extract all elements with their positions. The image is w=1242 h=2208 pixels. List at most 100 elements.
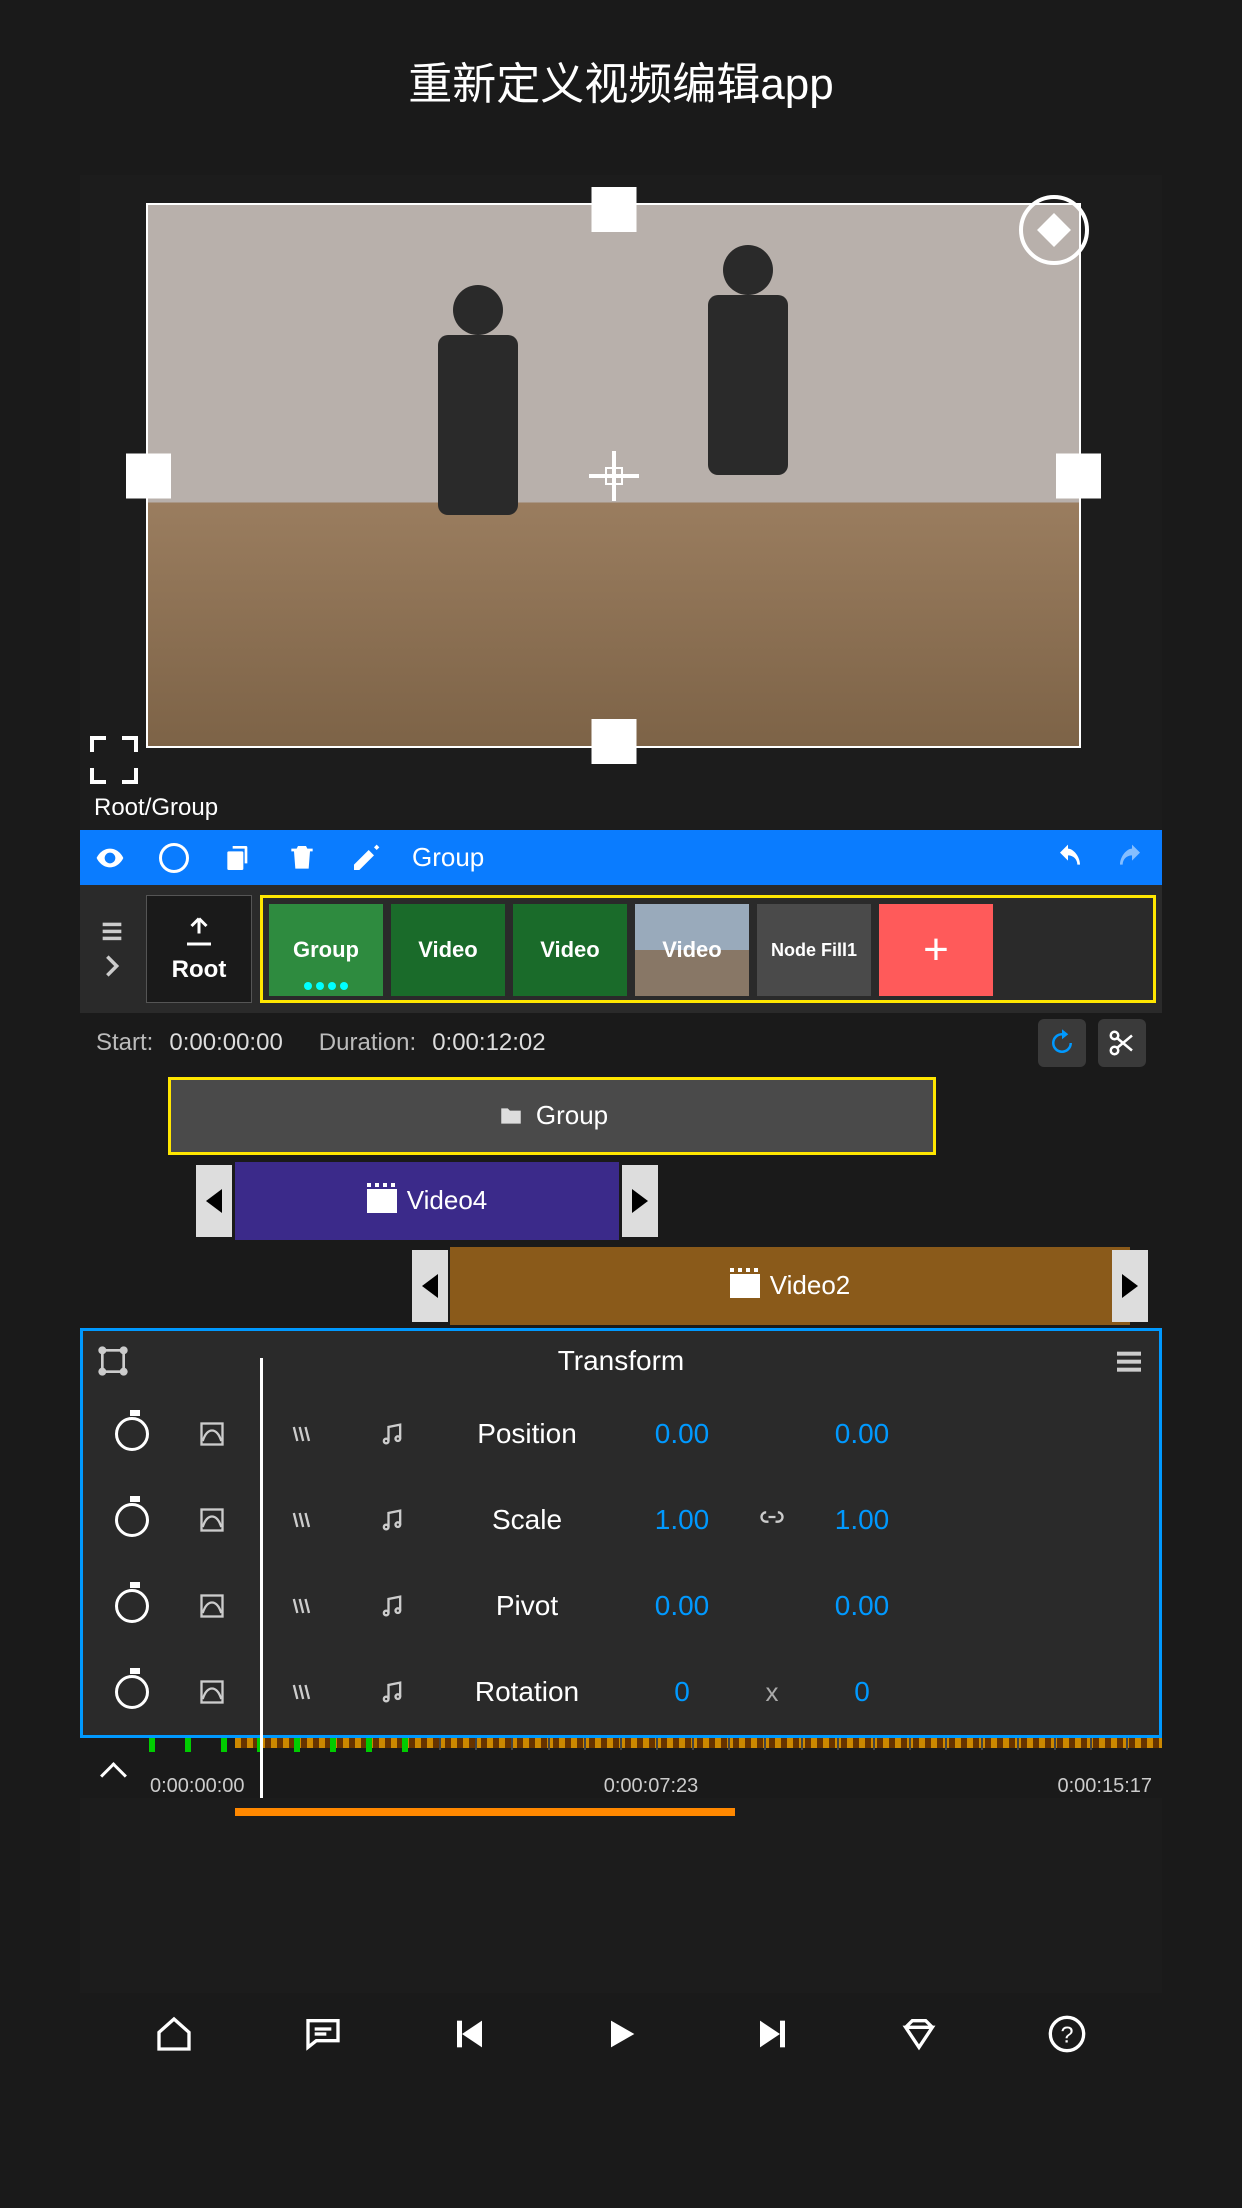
- transform-row-scale: Scale1.001.00: [83, 1477, 1159, 1563]
- prev-frame-icon[interactable]: [450, 2012, 494, 2056]
- help-icon[interactable]: ?: [1045, 2012, 1089, 2056]
- track-block-group[interactable]: Group: [168, 1077, 936, 1155]
- track-handle-right-2[interactable]: [1112, 1250, 1148, 1322]
- undo-icon[interactable]: [1050, 840, 1086, 876]
- track-handle-left[interactable]: [196, 1165, 232, 1237]
- svg-text:?: ?: [1061, 2021, 1074, 2047]
- wiggle-icon[interactable]: [288, 1678, 316, 1706]
- scissors-icon[interactable]: [1098, 1019, 1146, 1067]
- transform-value-a[interactable]: 0.00: [617, 1590, 747, 1622]
- add-clip-button[interactable]: +: [879, 904, 993, 996]
- clip-node-fill[interactable]: Node Fill1: [757, 904, 871, 996]
- music-icon[interactable]: [378, 1420, 406, 1448]
- stopwatch-icon[interactable]: [115, 1417, 149, 1451]
- video-canvas[interactable]: [146, 203, 1081, 748]
- transform-label: Pivot: [437, 1590, 617, 1622]
- clip-strip: Group Video Video Video Node Fill1 +: [260, 895, 1156, 1003]
- transform-label: Position: [437, 1418, 617, 1450]
- transform-value-b[interactable]: 0: [797, 1676, 927, 1708]
- trash-icon[interactable]: [284, 840, 320, 876]
- play-icon[interactable]: [599, 2012, 643, 2056]
- transform-value-a[interactable]: 1.00: [617, 1504, 747, 1536]
- curve-icon[interactable]: [198, 1506, 226, 1534]
- track-video4: Video4: [80, 1158, 1162, 1243]
- timing-bar: Start: 0:00:00:00 Duration: 0:00:12:02: [80, 1013, 1162, 1073]
- ruler-time-0: 0:00:00:00: [150, 1775, 245, 1798]
- clip-video-1[interactable]: Video: [391, 904, 505, 996]
- editor-frame: Root/Group Group Root Group Video Video …: [80, 175, 1162, 2075]
- collapse-icon[interactable]: [98, 1756, 126, 1784]
- home-icon[interactable]: [152, 2012, 196, 2056]
- transform-label: Rotation: [437, 1676, 617, 1708]
- clips-row: Root Group Video Video Video Node Fill1 …: [80, 885, 1162, 1013]
- copy-icon[interactable]: [220, 840, 256, 876]
- curve-icon[interactable]: [198, 1592, 226, 1620]
- track-block-video2[interactable]: Video2: [450, 1247, 1130, 1325]
- visibility-icon[interactable]: [92, 840, 128, 876]
- clip-video-2[interactable]: Video: [513, 904, 627, 996]
- wiggle-icon[interactable]: [288, 1506, 316, 1534]
- clip-video-3[interactable]: Video: [635, 904, 749, 996]
- transform-sep: x: [747, 1677, 797, 1708]
- fullscreen-icon[interactable]: [90, 736, 138, 784]
- transform-label: Scale: [437, 1504, 617, 1536]
- center-crosshair-icon: [589, 451, 639, 501]
- resize-handle-left[interactable]: [126, 453, 171, 498]
- resize-handle-right[interactable]: [1056, 453, 1101, 498]
- track-handle-left-2[interactable]: [412, 1250, 448, 1322]
- comment-icon[interactable]: [301, 2012, 345, 2056]
- film-icon: [367, 1189, 397, 1213]
- ruler-time-2: 0:00:15:17: [1057, 1775, 1152, 1798]
- transform-box-icon[interactable]: [97, 1345, 129, 1377]
- diamond-icon[interactable]: [897, 2012, 941, 2056]
- toolbar-group-label: Group: [412, 842, 484, 873]
- transform-title: Transform: [129, 1345, 1113, 1377]
- stopwatch-icon[interactable]: [115, 1503, 149, 1537]
- music-icon[interactable]: [378, 1678, 406, 1706]
- wiggle-icon[interactable]: [288, 1592, 316, 1620]
- toolbar: Group: [80, 830, 1162, 885]
- breadcrumb[interactable]: Root/Group: [94, 794, 218, 822]
- page-title: 重新定义视频编辑app: [0, 0, 1242, 160]
- duration-value[interactable]: 0:00:12:02: [432, 1029, 545, 1057]
- stopwatch-icon[interactable]: [115, 1589, 149, 1623]
- film-icon: [730, 1274, 760, 1298]
- refresh-icon[interactable]: [1038, 1019, 1086, 1067]
- transform-row-pivot: Pivot0.000.00: [83, 1563, 1159, 1649]
- preview-area[interactable]: Root/Group: [80, 175, 1162, 790]
- timeline-ruler[interactable]: 0:00:00:00 0:00:07:23 0:00:15:17: [80, 1738, 1162, 1798]
- track-video2: Video2: [80, 1243, 1162, 1328]
- circle-icon[interactable]: [156, 840, 192, 876]
- resize-handle-bottom[interactable]: [591, 719, 636, 764]
- track-handle-right[interactable]: [622, 1165, 658, 1237]
- link-icon[interactable]: [758, 1503, 786, 1531]
- curve-icon[interactable]: [198, 1420, 226, 1448]
- edit-icon[interactable]: [348, 840, 384, 876]
- transform-value-a[interactable]: 0.00: [617, 1418, 747, 1450]
- clip-group[interactable]: Group: [269, 904, 383, 996]
- root-label: Root: [172, 956, 227, 984]
- duration-label: Duration:: [319, 1029, 416, 1057]
- transform-value-b[interactable]: 0.00: [797, 1418, 927, 1450]
- music-icon[interactable]: [378, 1592, 406, 1620]
- root-cell[interactable]: Root: [146, 895, 252, 1003]
- figure-1: [408, 285, 548, 565]
- start-value[interactable]: 0:00:00:00: [169, 1029, 282, 1057]
- track-block-video4[interactable]: Video4: [235, 1162, 619, 1240]
- transform-value-b[interactable]: 1.00: [797, 1504, 927, 1536]
- curve-icon[interactable]: [198, 1678, 226, 1706]
- start-label: Start:: [96, 1029, 153, 1057]
- menu-icon[interactable]: [1113, 1345, 1145, 1377]
- ruler-range-bar[interactable]: [235, 1808, 735, 1816]
- transform-value-b[interactable]: 0.00: [797, 1590, 927, 1622]
- resize-handle-top[interactable]: [591, 187, 636, 232]
- rotate-button[interactable]: [1019, 195, 1089, 265]
- stopwatch-icon[interactable]: [115, 1675, 149, 1709]
- transform-value-a[interactable]: 0: [617, 1676, 747, 1708]
- next-frame-icon[interactable]: [748, 2012, 792, 2056]
- wiggle-icon[interactable]: [288, 1420, 316, 1448]
- redo-icon[interactable]: [1114, 840, 1150, 876]
- music-icon[interactable]: [378, 1506, 406, 1534]
- side-tab[interactable]: [86, 891, 138, 1007]
- playhead[interactable]: [260, 1358, 263, 1798]
